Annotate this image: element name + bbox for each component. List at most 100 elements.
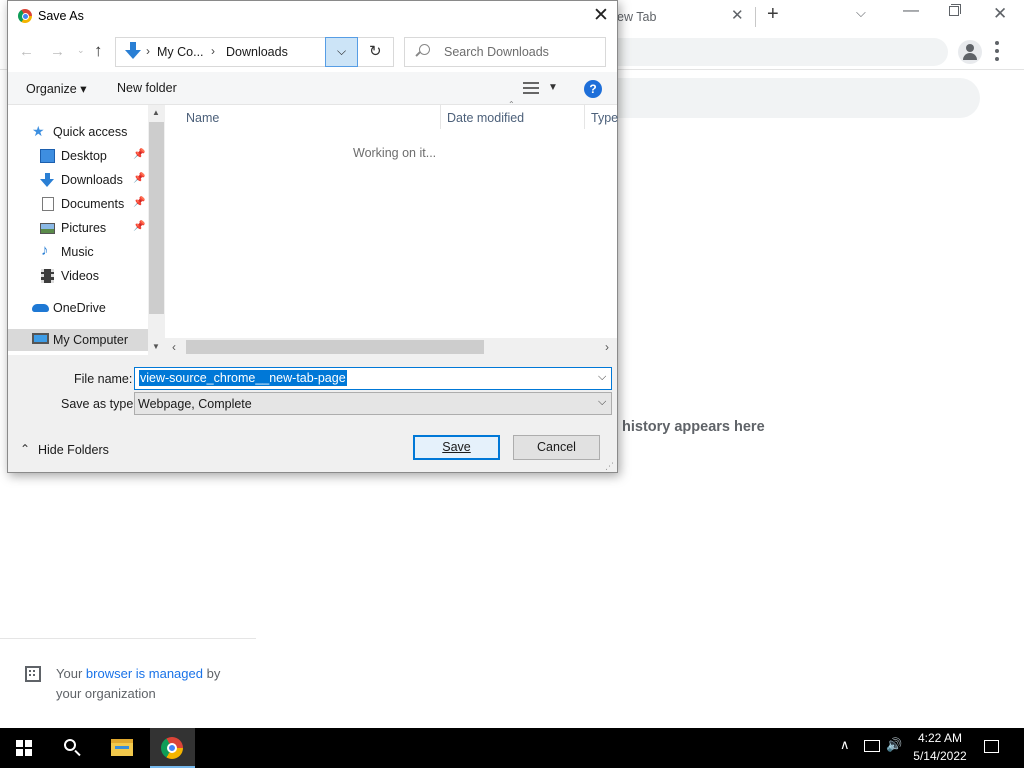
notifications-icon[interactable] [984, 740, 999, 753]
breadcrumb-chevron-icon[interactable]: › [211, 44, 215, 58]
tree-item-quick-access[interactable]: ★ Quick access [8, 121, 148, 143]
managed-prefix: Your [56, 666, 83, 681]
dialog-close-icon[interactable]: ✕ [593, 4, 609, 27]
building-icon [25, 666, 41, 682]
view-details-icon[interactable] [523, 82, 539, 94]
tab-search-icon[interactable]: ⌵ [856, 5, 866, 21]
hide-folders-button[interactable]: Hide Folders [38, 443, 109, 457]
file-list-pane[interactable] [165, 105, 617, 355]
tree-label: Music [61, 245, 94, 259]
pin-icon[interactable]: 📌 [133, 197, 145, 208]
breadcrumb-chevron-icon[interactable]: › [146, 44, 150, 58]
windows-start-icon[interactable] [16, 740, 32, 756]
music-note-icon: ♪ [41, 242, 49, 259]
tree-item-pictures[interactable]: Pictures 📌 [8, 217, 148, 239]
chevron-up-icon[interactable]: ⌃ [20, 442, 30, 456]
browser-menu-icon[interactable] [995, 41, 999, 61]
chevron-down-icon[interactable]: ⌵ [598, 396, 606, 409]
chevron-down-icon: ⌵ [337, 44, 347, 58]
scroll-down-icon[interactable]: ▼ [152, 342, 160, 351]
scroll-up-icon[interactable]: ▲ [152, 108, 160, 117]
tree-label: Videos [61, 269, 99, 283]
downloads-arrow-icon [125, 42, 141, 60]
window-close-icon[interactable]: ✕ [993, 4, 1007, 24]
computer-icon [32, 333, 49, 344]
column-divider[interactable] [440, 105, 441, 129]
tree-item-my-computer[interactable]: My Computer [8, 329, 148, 351]
column-header-name[interactable]: Name [186, 111, 219, 125]
breadcrumb-downloads[interactable]: Downloads [226, 45, 288, 59]
breadcrumb-my-computer[interactable]: My Co... [157, 45, 204, 59]
tree-item-desktop[interactable]: Desktop 📌 [8, 145, 148, 167]
pictures-icon [40, 223, 55, 234]
tree-label: Quick access [53, 125, 128, 139]
view-options-dropdown[interactable]: ▼ [548, 82, 558, 93]
chrome-taskbar-icon[interactable] [161, 737, 183, 759]
restore-icon[interactable] [949, 6, 959, 16]
managed-notice: Your browser is managed by your organiza… [56, 664, 246, 704]
minimize-icon[interactable]: — [903, 2, 919, 20]
column-header-type[interactable]: Type [591, 111, 618, 125]
pin-icon[interactable]: 📌 [133, 221, 145, 232]
save-as-type-value[interactable]: Webpage, Complete [138, 397, 252, 411]
save-button[interactable]: Save [413, 435, 500, 460]
network-icon[interactable] [864, 740, 880, 752]
tree-label: Downloads [61, 173, 123, 187]
managed-link[interactable]: browser is managed [86, 666, 203, 681]
forward-arrow-icon[interactable]: → [50, 43, 65, 60]
tray-overflow-icon[interactable]: ∧ [840, 737, 850, 753]
pin-icon[interactable]: 📌 [133, 149, 145, 160]
cancel-button[interactable]: Cancel [513, 435, 600, 460]
recent-locations-icon[interactable]: ⌄ [77, 45, 85, 56]
clock-date[interactable]: 5/14/2022 [911, 749, 969, 763]
profile-avatar-icon[interactable] [958, 40, 982, 64]
chevron-down-icon[interactable]: ⌵ [598, 371, 606, 384]
new-folder-button[interactable]: New folder [117, 81, 177, 95]
refresh-icon[interactable]: ↻ [369, 42, 382, 60]
documents-icon [42, 197, 54, 211]
avatar-head [966, 44, 974, 52]
clock-time[interactable]: 4:22 AM [913, 731, 967, 745]
dialog-title-bar[interactable] [8, 1, 617, 32]
sort-caret-icon: ⌃ [508, 100, 515, 109]
column-header-date-modified[interactable]: Date modified [447, 111, 524, 125]
tree-item-music[interactable]: ♪ Music [8, 241, 148, 263]
search-icon [419, 44, 430, 55]
up-arrow-icon[interactable]: ↑ [94, 41, 103, 61]
history-search-bar[interactable] [560, 78, 980, 118]
nav-scroll-thumb[interactable] [149, 122, 164, 314]
pin-icon[interactable]: 📌 [133, 173, 145, 184]
scroll-left-icon[interactable]: ‹ [172, 340, 176, 354]
scroll-right-icon[interactable]: › [605, 340, 609, 354]
address-history-dropdown[interactable]: ⌵ [325, 37, 358, 67]
tree-item-onedrive[interactable]: OneDrive [8, 297, 148, 319]
chrome-logo-icon [18, 9, 32, 23]
column-divider[interactable] [584, 105, 585, 129]
tree-label: Pictures [61, 221, 107, 235]
tree-item-videos[interactable]: Videos [8, 265, 148, 287]
file-explorer-icon[interactable] [111, 739, 133, 756]
tree-label: OneDrive [53, 301, 106, 315]
back-arrow-icon[interactable]: ← [19, 43, 34, 60]
new-tab-button[interactable]: + [767, 3, 779, 26]
tree-label: Desktop [61, 149, 107, 163]
tab-close-icon[interactable]: ✕ [731, 6, 744, 24]
resize-grip-icon[interactable]: ⋰ [605, 461, 614, 472]
taskbar-search-icon[interactable] [64, 739, 76, 751]
save-as-dialog: Save As ✕ ← → ⌄ ↑ › My Co... › Downloads… [7, 0, 618, 473]
address-bar[interactable] [560, 38, 948, 66]
file-name-label: File name: [74, 372, 133, 386]
search-placeholder: Search Downloads [444, 45, 549, 59]
tree-label: Documents [61, 197, 125, 211]
organize-button[interactable]: Organize ▾ [26, 81, 86, 96]
horizontal-scroll-thumb[interactable] [186, 340, 484, 354]
file-name-value[interactable]: view-source_chrome__new-tab-page [139, 370, 347, 386]
volume-icon[interactable]: 🔊 [886, 737, 902, 753]
sidebar-divider [0, 638, 256, 639]
desktop-folder-icon [40, 149, 55, 163]
video-film-icon [41, 269, 54, 283]
help-icon[interactable]: ? [584, 80, 602, 98]
star-icon: ★ [32, 123, 45, 139]
tree-item-downloads[interactable]: Downloads 📌 [8, 169, 148, 191]
tree-item-documents[interactable]: Documents 📌 [8, 193, 148, 215]
